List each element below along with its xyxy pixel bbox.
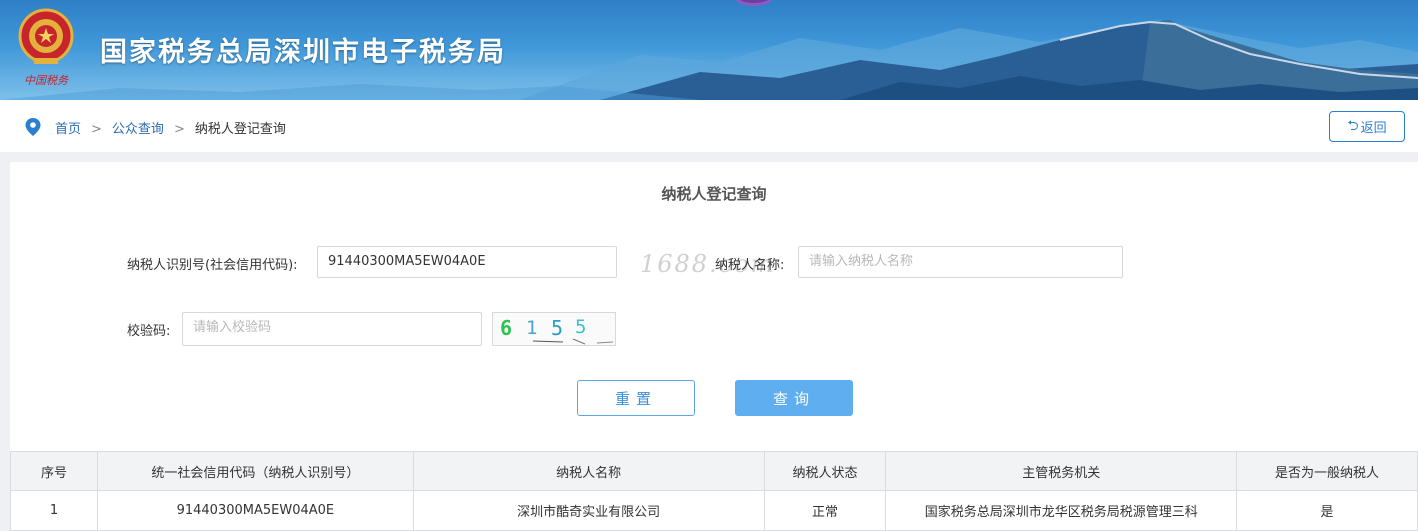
breadcrumb-home-link[interactable]: 首页 (55, 122, 81, 137)
taxpayer-name-input[interactable]: 请输入纳税人名称 (798, 246, 1123, 278)
table-header-row: 序号 统一社会信用代码（纳税人识别号） 纳税人名称 纳税人状态 主管税务机关 是… (10, 451, 1418, 491)
result-table: 序号 统一社会信用代码（纳税人识别号） 纳税人名称 纳税人状态 主管税务机关 是… (10, 451, 1418, 531)
column-header-credit-code: 统一社会信用代码（纳税人识别号） (96, 451, 414, 491)
site-header: 中国税务 国家税务总局深圳市电子税务局 (0, 0, 1418, 100)
cell-tax-authority: 国家税务总局深圳市龙华区税务局税源管理三科 (885, 490, 1238, 531)
svg-text:5: 5 (551, 316, 563, 340)
column-header-index: 序号 (10, 451, 98, 491)
cell-taxpayer-name: 深圳市酷奇实业有限公司 (412, 490, 765, 531)
column-header-tax-authority: 主管税务机关 (885, 451, 1238, 491)
breadcrumb-separator: > (173, 122, 185, 137)
column-header-taxpayer-status: 纳税人状态 (763, 451, 887, 491)
query-button[interactable]: 查询 (735, 380, 853, 416)
cell-taxpayer-status: 正常 (763, 490, 887, 531)
cell-credit-code: 91440300MA5EW04A0E (96, 490, 414, 531)
query-panel: 纳税人登记查询 纳税人识别号(社会信用代码): 91440300MA5EW04A… (10, 162, 1418, 531)
cell-general-taxpayer: 是 (1236, 490, 1418, 531)
breadcrumb-separator: > (91, 122, 102, 137)
svg-text:1: 1 (526, 317, 537, 339)
cell-index: 1 (10, 490, 98, 531)
back-button-label: 返回 (1360, 121, 1387, 136)
tax-emblem-logo: 中国税务 (18, 8, 74, 87)
svg-text:中国税务: 中国税务 (24, 74, 69, 87)
svg-text:5: 5 (575, 316, 586, 338)
back-button[interactable]: ⮌ 返回 (1329, 111, 1405, 142)
taxpayer-name-label: 纳税人名称: (715, 258, 785, 273)
captcha-label: 校验码: (127, 324, 171, 339)
page-title: 纳税人登记查询 (661, 185, 767, 203)
reset-button[interactable]: 重置 (577, 380, 695, 416)
breadcrumb-public-query-link[interactable]: 公众查询 (112, 122, 164, 137)
return-icon: ⮌ (1347, 117, 1359, 134)
site-title: 国家税务总局深圳市电子税务局 (100, 37, 506, 68)
breadcrumb-bar: 首页 > 公众查询 > 纳税人登记查询 ⮌ 返回 (0, 100, 1418, 152)
breadcrumb-current: 纳税人登记查询 (194, 122, 286, 137)
breadcrumb: 首页 > 公众查询 > 纳税人登记查询 (55, 118, 286, 137)
column-header-taxpayer-name: 纳税人名称 (412, 451, 765, 491)
captcha-image[interactable]: 6 1 5 5 (492, 312, 616, 346)
column-header-general-taxpayer: 是否为一般纳税人 (1236, 451, 1418, 491)
taxpayer-id-input[interactable]: 91440300MA5EW04A0E (317, 246, 617, 278)
table-row: 1 91440300MA5EW04A0E 深圳市酷奇实业有限公司 正常 国家税务… (10, 490, 1418, 531)
svg-text:6: 6 (500, 316, 512, 340)
captcha-input[interactable]: 请输入校验码 (182, 312, 482, 346)
location-pin-icon (25, 118, 41, 136)
taxpayer-id-label: 纳税人识别号(社会信用代码): (127, 258, 298, 273)
